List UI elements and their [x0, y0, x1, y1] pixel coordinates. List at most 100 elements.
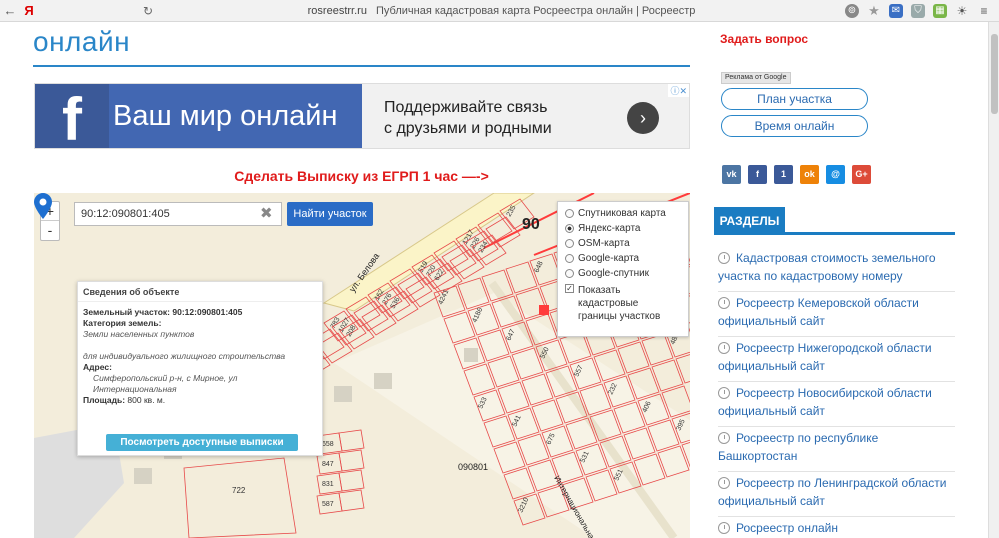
area-value: 800 кв. м. — [127, 395, 166, 405]
link-text: Росреестр по Ленинградской области офици… — [718, 476, 947, 508]
star-icon[interactable]: ★ — [867, 3, 881, 18]
page-heading: онлайн — [33, 26, 131, 57]
facebook-logo-icon: f — [35, 84, 109, 153]
ad-right-line2: с друзьями и родными — [384, 120, 552, 137]
object-info-popup: Сведения об объекте Земельный участок: 9… — [77, 281, 323, 456]
layer-yandex[interactable]: Яндекс-карта — [565, 221, 688, 236]
layer-osm[interactable]: OSM-карта — [565, 236, 688, 251]
google-ad-label: Реклама от Google — [721, 72, 791, 84]
shield-icon[interactable]: ⛉ — [911, 3, 925, 18]
sidebar-link[interactable]: Кадастровая стоимость земельного участка… — [718, 247, 955, 292]
social-ok-button[interactable]: ok — [800, 165, 819, 184]
sidebar-link[interactable]: Росреестр онлайн — [718, 517, 955, 538]
layer-label: Google-спутник — [578, 268, 650, 279]
layer-satellite[interactable]: Спутниковая карта — [565, 206, 688, 221]
sections-underline — [714, 232, 955, 235]
scrollbar-thumb[interactable] — [991, 34, 998, 114]
view-extracts-button[interactable]: Посмотреть доступные выписки — [106, 434, 298, 451]
sidebar-link[interactable]: Росреестр Кемеровской области официальны… — [718, 292, 955, 337]
cadastral-borders-toggle[interactable]: ✓ Показать кадастровые границы участков — [565, 284, 688, 323]
social-mm-button[interactable]: @ — [826, 165, 845, 184]
browser-toolbar: ← Я ↻ rosreestrr.ru Публичная кадастрова… — [0, 0, 999, 22]
ad-right-line1: Поддерживайте связь — [384, 99, 548, 116]
facebook-ad-banner[interactable]: f Ваш мир онлайн Поддерживайте связь с д… — [34, 83, 690, 153]
link-text: Росреестр Новосибирской области официаль… — [718, 386, 932, 418]
clock-icon — [718, 387, 730, 399]
adchoices-icon[interactable]: ⓘ✕ — [668, 84, 689, 97]
checkbox-checked-icon: ✓ — [565, 284, 574, 293]
usage-value: для индивидуального жилищного строительс… — [83, 351, 286, 361]
social-fb-count-button[interactable]: 1 — [774, 165, 793, 184]
page-content: онлайн f Ваш мир онлайн Поддерживайте св… — [0, 22, 988, 538]
info-body: Земельный участок: 90:12:090801:405 Кате… — [78, 302, 322, 406]
sidebar-link[interactable]: Росреестр Нижегородской области официаль… — [718, 337, 955, 382]
cadastral-map[interactable]: 7832061027162208276519536720121762222623… — [34, 193, 690, 538]
link-text: Росреестр Нижегородской области официаль… — [718, 341, 932, 373]
lightbulb-icon[interactable]: ☀ — [955, 4, 969, 18]
page-scrollbar[interactable] — [988, 22, 999, 538]
url-page-title: Публичная кадастровая карта Росреестра о… — [376, 4, 696, 17]
heading-underline — [33, 65, 690, 67]
layer-label: Спутниковая карта — [578, 208, 666, 219]
find-parcel-button[interactable]: Найти участок — [287, 202, 373, 226]
layer-label: Google-карта — [578, 253, 640, 264]
parcel-label: Земельный участок: — [83, 307, 171, 317]
radio-selected-icon — [565, 224, 574, 233]
layer-google-satellite[interactable]: Google-спутник — [565, 266, 688, 281]
clear-icon[interactable]: ✖ — [260, 204, 273, 222]
yandex-logo[interactable]: Я — [20, 3, 38, 18]
cadastral-search-input[interactable]: 90:12:090801:405 — [74, 202, 282, 226]
reload-icon[interactable]: ↻ — [138, 4, 158, 18]
link-text: Росреестр по республике Башкортостан — [718, 431, 879, 463]
parcel-number-label: 587 — [322, 501, 334, 508]
zoom-out-button[interactable]: - — [41, 221, 59, 240]
category-value: Земли населенных пунктов — [83, 329, 195, 339]
extension-icon[interactable]: ▦ — [933, 3, 947, 18]
clock-icon — [718, 477, 730, 489]
social-share-bar: vk f 1 ok @ G+ — [722, 165, 871, 184]
ad-right-panel: Поддерживайте связь с друзьями и родными… — [362, 84, 689, 148]
parcel-number-label: 648 — [533, 260, 544, 274]
social-fb-button[interactable]: f — [748, 165, 767, 184]
sidebar-link[interactable]: Росреестр Новосибирской области официаль… — [718, 382, 955, 427]
ask-question-link[interactable]: Задать вопрос — [720, 32, 808, 46]
parcel-number-label: 831 — [322, 481, 334, 488]
radio-icon — [565, 254, 574, 263]
address-bar[interactable]: rosreestrr.ru Публичная кадастровая карт… — [158, 5, 845, 17]
egrp-extract-link[interactable]: Сделать Выписку из ЕГРП 1 час —-> — [33, 168, 690, 184]
location-pin-icon[interactable] — [34, 193, 52, 219]
sections-list: Кадастровая стоимость земельного участка… — [718, 247, 955, 538]
clock-icon — [718, 432, 730, 444]
link-text: Кадастровая стоимость земельного участка… — [718, 251, 936, 283]
toggle-label: Показать кадастровые границы участков — [578, 285, 661, 322]
online-time-button[interactable]: Время онлайн — [721, 115, 868, 137]
ad-left-title: Ваш мир онлайн — [109, 84, 362, 148]
social-gplus-button[interactable]: G+ — [852, 165, 871, 184]
mail-icon[interactable]: ✉ — [889, 3, 903, 18]
link-text: Росреестр Кемеровской области официальны… — [718, 296, 919, 328]
settings-circle-icon[interactable]: ⊚ — [845, 3, 859, 18]
radio-icon — [565, 269, 574, 278]
social-vk-button[interactable]: vk — [722, 165, 741, 184]
link-text: Росреестр онлайн — [736, 521, 838, 535]
back-arrow-icon[interactable]: ← — [0, 3, 20, 18]
clock-icon — [718, 522, 730, 534]
ad-right-text: Поддерживайте связь с друзьями и родными — [384, 97, 552, 139]
layer-label: Яндекс-карта — [578, 223, 641, 234]
layer-label: OSM-карта — [578, 238, 630, 249]
clock-icon — [718, 297, 730, 309]
sidebar-link[interactable]: Росреестр по республике Башкортостан — [718, 427, 955, 472]
svg-text:722: 722 — [232, 486, 246, 495]
address-label: Адрес: — [83, 362, 112, 372]
url-domain: rosreestrr.ru — [307, 4, 367, 17]
sections-title: РАЗДЕЛЫ — [714, 207, 785, 235]
layer-google-map[interactable]: Google-карта — [565, 251, 688, 266]
category-label: Категория земель: — [83, 318, 162, 328]
parcel-number-label: 658 — [322, 441, 334, 448]
parcel-plan-button[interactable]: План участка — [721, 88, 868, 110]
chevron-right-icon[interactable]: › — [627, 102, 659, 134]
clock-icon — [718, 252, 730, 264]
menu-icon[interactable]: ≡ — [977, 4, 991, 18]
sidebar-link[interactable]: Росреестр по Ленинградской области офици… — [718, 472, 955, 517]
address-value: Симферопольский р-н, с Мирное, ул Интерн… — [93, 373, 238, 394]
